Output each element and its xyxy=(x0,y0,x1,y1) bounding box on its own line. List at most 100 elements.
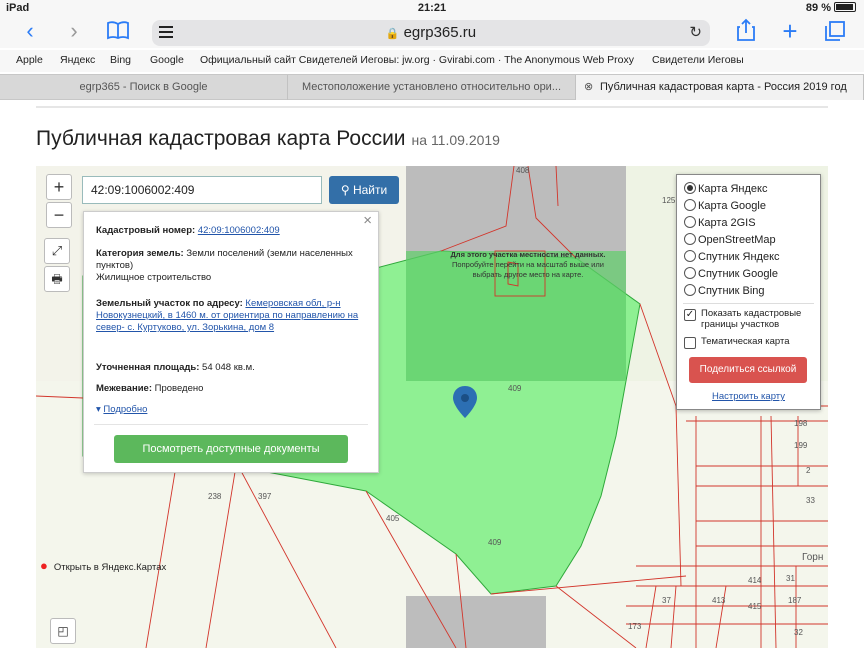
tab-title: Местоположение установлено относительно … xyxy=(301,81,561,93)
layer-option-osm[interactable]: OpenStreetMap xyxy=(684,232,776,248)
share-icon[interactable] xyxy=(734,18,758,48)
plot-number-label: 198 xyxy=(794,419,808,428)
checkbox-checked-icon[interactable]: ✓ xyxy=(684,309,696,321)
tab-cadastral-map[interactable]: ⊗ Публичная кадастровая карта - Россия 2… xyxy=(576,75,864,100)
open-in-yandex-link[interactable]: ● Открыть в Яндекс.Картах xyxy=(40,558,166,573)
zoom-out-button[interactable]: − xyxy=(46,202,72,228)
thematic-map-option[interactable]: Тематическая карта xyxy=(684,336,814,349)
survey-row: Межевание: Проведено xyxy=(96,383,368,395)
thematic-label: Тематическая карта xyxy=(701,336,790,347)
bookmark-item[interactable]: Официальный сайт Свидетелей Иеговы: jw.o… xyxy=(200,54,634,66)
radio-icon[interactable] xyxy=(684,250,696,262)
plot-number-label: 238 xyxy=(208,492,222,501)
plot-number-label: 125 xyxy=(662,196,676,205)
page-title-text: Публичная кадастровая карта России xyxy=(36,127,406,150)
more-label[interactable]: Подробно xyxy=(103,404,147,415)
bookmark-item[interactable]: Свидетели Иеговы xyxy=(652,54,744,66)
layer-option-yandex-map[interactable]: Карта Яндекс xyxy=(684,181,767,197)
plot-number-label: 33 xyxy=(806,496,815,505)
layer-label: Спутник Яндекс xyxy=(698,251,780,263)
plot-number-label: 409 xyxy=(488,538,502,547)
radio-icon[interactable] xyxy=(684,284,696,296)
survey-label: Межевание: xyxy=(96,383,152,394)
reload-icon[interactable]: ↻ xyxy=(689,23,702,41)
forward-icon[interactable]: › xyxy=(62,18,86,44)
radio-icon[interactable] xyxy=(684,182,696,194)
no-data-title: Для этого участка местности нет данных. xyxy=(450,250,606,259)
layer-option-google-map[interactable]: Карта Google xyxy=(684,198,766,214)
plot-number-label: 187 xyxy=(788,596,802,605)
cadastral-label: Кадастровый номер: xyxy=(96,225,196,236)
plot-number-label: 414 xyxy=(748,576,762,585)
layer-option-yandex-sat[interactable]: Спутник Яндекс xyxy=(684,249,780,265)
open-yandex-label: Открыть в Яндекс.Картах xyxy=(53,562,167,573)
cadastral-number-link[interactable]: 42:09:1006002:409 xyxy=(198,225,280,236)
plot-number-label: 413 xyxy=(712,596,726,605)
print-icon[interactable]: 🖶 xyxy=(44,266,70,292)
plot-number-label: 415 xyxy=(748,602,762,611)
bookmark-item[interactable]: Яндекс xyxy=(60,54,95,66)
search-button[interactable]: ⚲ Найти xyxy=(329,176,399,204)
more-link[interactable]: ▾ Подробно xyxy=(96,404,368,416)
tab-title: egrp365 - Поиск в Google xyxy=(79,81,208,93)
new-tab-icon[interactable]: + xyxy=(778,18,802,44)
plot-number-label: 408 xyxy=(516,166,530,175)
plot-info-panel: × Кадастровый номер: 42:09:1006002:409 К… xyxy=(83,211,379,473)
layer-label: Спутник Google xyxy=(698,268,778,280)
cadastral-map[interactable]: 409 409 405 397 238 408 125 198 199 2 33… xyxy=(36,166,828,648)
chevron-down-icon: ▾ xyxy=(96,404,101,415)
divider xyxy=(36,106,828,108)
bookmark-item[interactable]: Google xyxy=(150,54,184,66)
plot-number-label: 397 xyxy=(258,492,272,501)
configure-map-link[interactable]: Настроить карту xyxy=(677,391,820,402)
cadastral-search-input[interactable]: 42:09:1006002:409 xyxy=(82,176,322,204)
zoom-in-button[interactable]: + xyxy=(46,174,72,200)
tab-title: Публичная кадастровая карта - Россия 201… xyxy=(600,81,847,93)
address-label: Земельный участок по адресу: xyxy=(96,298,243,309)
layer-option-2gis[interactable]: Карта 2GIS xyxy=(684,215,756,231)
category-row: Категория земель: Земли поселений (земли… xyxy=(96,248,368,284)
layer-label: OpenStreetMap xyxy=(698,234,776,246)
url-text: egrp365.ru xyxy=(403,24,477,41)
area-label: Уточненная площадь: xyxy=(96,362,200,373)
area-value: 54 048 кв.м. xyxy=(202,362,255,373)
tab-google-search[interactable]: egrp365 - Поиск в Google xyxy=(0,75,288,100)
battery-percent: 89 % xyxy=(805,2,831,14)
radio-icon[interactable] xyxy=(684,199,696,211)
tab-bar: egrp365 - Поиск в Google Местоположение … xyxy=(0,74,864,100)
category-extra: Жилищное строительство xyxy=(96,272,212,283)
checkbox-icon[interactable] xyxy=(684,337,696,349)
fullscreen-icon[interactable]: ⤢ xyxy=(44,238,70,264)
view-documents-button[interactable]: Посмотреть доступные документы xyxy=(114,435,348,463)
layers-toggle-icon[interactable]: ◰ xyxy=(50,618,76,644)
radio-icon[interactable] xyxy=(684,267,696,279)
search-button-label: Найти xyxy=(352,183,388,197)
address-bar[interactable]: 🔒 egrp365.ru ↻ xyxy=(152,20,710,46)
category-label: Категория земель: xyxy=(96,248,184,259)
bookmark-item[interactable]: Bing xyxy=(110,54,131,66)
page-date: на 11.09.2019 xyxy=(411,132,500,148)
no-data-tile xyxy=(406,596,546,648)
bookmarks-bar: Apple Яндекс Bing Google Официальный сай… xyxy=(0,50,864,72)
layer-option-bing-sat[interactable]: Спутник Bing xyxy=(684,283,765,299)
share-link-button[interactable]: Поделиться ссылкой xyxy=(689,357,807,383)
survey-value: Проведено xyxy=(154,383,204,394)
layers-panel: Карта Яндекс Карта Google Карта 2GIS Ope… xyxy=(676,174,821,410)
close-tab-icon[interactable]: ⊗ xyxy=(584,75,593,100)
back-icon[interactable]: ‹ xyxy=(18,18,42,44)
layer-label: Карта Google xyxy=(698,200,766,212)
divider xyxy=(94,424,368,425)
tab-location[interactable]: Местоположение установлено относительно … xyxy=(288,75,576,100)
divider xyxy=(683,303,814,304)
bookmark-item[interactable]: Apple xyxy=(16,54,43,66)
bookmarks-icon[interactable] xyxy=(104,20,132,46)
radio-icon[interactable] xyxy=(684,216,696,228)
radio-icon[interactable] xyxy=(684,233,696,245)
plot-number-label: 405 xyxy=(386,514,400,523)
clock: 21:21 xyxy=(417,2,447,14)
layer-label: Карта 2GIS xyxy=(698,217,756,229)
show-borders-option[interactable]: ✓ Показать кадастровые границы участков xyxy=(684,308,814,330)
tabs-icon[interactable] xyxy=(822,20,848,48)
layer-option-google-sat[interactable]: Спутник Google xyxy=(684,266,778,282)
show-borders-label: Показать кадастровые границы участков xyxy=(701,308,802,330)
